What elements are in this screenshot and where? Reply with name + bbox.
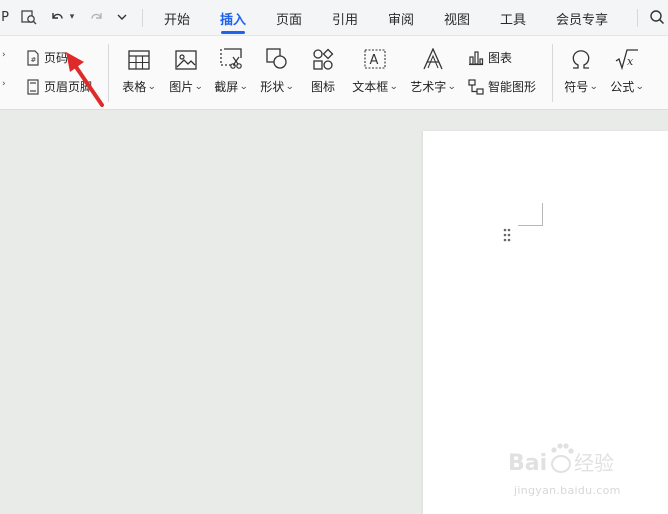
symbol-label: 符号: [564, 80, 589, 94]
chevron-down-icon: ⌄: [589, 81, 599, 92]
chevron-down-icon: ⌄: [447, 81, 457, 92]
formula-label: 公式: [610, 80, 635, 94]
clipped-toolbar-glyph: P: [1, 9, 9, 25]
chevron-down-icon: ⌄: [194, 81, 204, 92]
annotation-arrow-icon: [66, 52, 104, 107]
chevron-down-icon: ⌄: [389, 81, 399, 92]
svg-text:x: x: [627, 55, 634, 68]
tab-insert[interactable]: 插入: [220, 9, 246, 28]
chevron-down-icon: ⌄: [285, 81, 295, 92]
chevron-down-icon: ⌄: [147, 81, 157, 92]
more-dropdown-icon[interactable]: [114, 6, 130, 28]
textbox-label: 文本框: [352, 80, 389, 94]
textbox-icon: A: [363, 40, 387, 70]
scissors-icon: [219, 40, 243, 70]
baidu-logo-icon: Bai 经验: [508, 443, 614, 476]
smart-graphic-icon: [468, 78, 484, 95]
symbol-button[interactable]: 符号 ⌄: [561, 40, 601, 95]
print-preview-icon[interactable]: [17, 6, 41, 28]
table-label: 表格: [122, 80, 147, 94]
textbox-button[interactable]: A 文本框 ⌄: [350, 40, 400, 95]
wordart-icon: [421, 40, 445, 70]
baidu-watermark: Bai 经验 jingyan.baidu.com: [508, 438, 638, 498]
shapes-button[interactable]: 形状 ⌄: [257, 40, 297, 95]
title-separator: [142, 9, 143, 27]
picture-label: 图片: [169, 80, 194, 94]
header-footer-icon: [27, 78, 39, 95]
wordart-label: 艺术字: [410, 80, 447, 94]
drag-handle-icon[interactable]: [503, 228, 511, 242]
icons-label: 图标: [310, 80, 335, 94]
picture-icon: [175, 40, 197, 70]
tab-page[interactable]: 页面: [276, 9, 302, 28]
chevron-down-icon: ⌄: [239, 81, 249, 92]
picture-button[interactable]: 图片 ⌄: [166, 40, 206, 95]
shapes-icon: [266, 40, 288, 70]
clipped-caret-icon[interactable]: ›: [2, 50, 6, 60]
watermark-url: jingyan.baidu.com: [514, 484, 621, 497]
tab-view[interactable]: 视图: [444, 9, 470, 28]
screenshot-label: 截屏: [214, 80, 239, 94]
table-icon: [128, 40, 150, 70]
tab-tools[interactable]: 工具: [500, 9, 526, 28]
wordart-button[interactable]: 艺术字 ⌄: [408, 40, 458, 95]
tab-member[interactable]: 会员专享: [556, 9, 608, 28]
margin-corner-mark: [518, 203, 543, 226]
smart-graphic-button[interactable]: 智能图形: [468, 78, 536, 95]
formula-icon: x: [615, 40, 639, 70]
undo-icon[interactable]: [46, 6, 68, 28]
table-button[interactable]: 表格 ⌄: [119, 40, 159, 95]
active-tab-indicator: [221, 31, 245, 34]
insert-ribbon: › › # 页码 ⌄ 页眉页脚 表格⌄ 图片⌄ 截屏⌄: [0, 36, 668, 110]
icon-library-icon: [312, 40, 334, 70]
svg-text:经验: 经验: [574, 451, 614, 475]
tab-home[interactable]: 开始: [164, 9, 190, 28]
screenshot-button[interactable]: 截屏 ⌄: [211, 40, 251, 95]
title-tab-bar: P ▾ 开始 插入 页面 引用 审阅 视图 工具 会员专享: [0, 0, 668, 36]
ribbon-separator: [108, 44, 109, 102]
page-number-icon: #: [27, 49, 39, 66]
icons-button[interactable]: 图标: [303, 40, 343, 95]
svg-text:Bai: Bai: [508, 451, 547, 476]
chart-button[interactable]: 图表: [468, 49, 512, 66]
title-separator: [637, 9, 638, 27]
svg-text:#: #: [31, 56, 37, 64]
chevron-down-icon: ⌄: [635, 81, 645, 92]
ribbon-separator: [552, 44, 553, 102]
tab-references[interactable]: 引用: [332, 9, 358, 28]
shapes-label: 形状: [260, 80, 285, 94]
chart-icon: [469, 50, 484, 65]
clipped-caret-icon[interactable]: ›: [2, 79, 6, 89]
smart-graphic-label: 智能图形: [488, 80, 537, 94]
formula-button[interactable]: x 公式 ⌄: [607, 40, 647, 95]
redo-icon[interactable]: [86, 6, 108, 28]
tab-review[interactable]: 审阅: [388, 9, 414, 28]
svg-text:A: A: [370, 53, 379, 68]
undo-dropdown-icon[interactable]: ▾: [67, 6, 77, 28]
search-icon[interactable]: [646, 6, 668, 28]
omega-icon: [570, 40, 592, 70]
chart-label: 图表: [488, 51, 513, 65]
